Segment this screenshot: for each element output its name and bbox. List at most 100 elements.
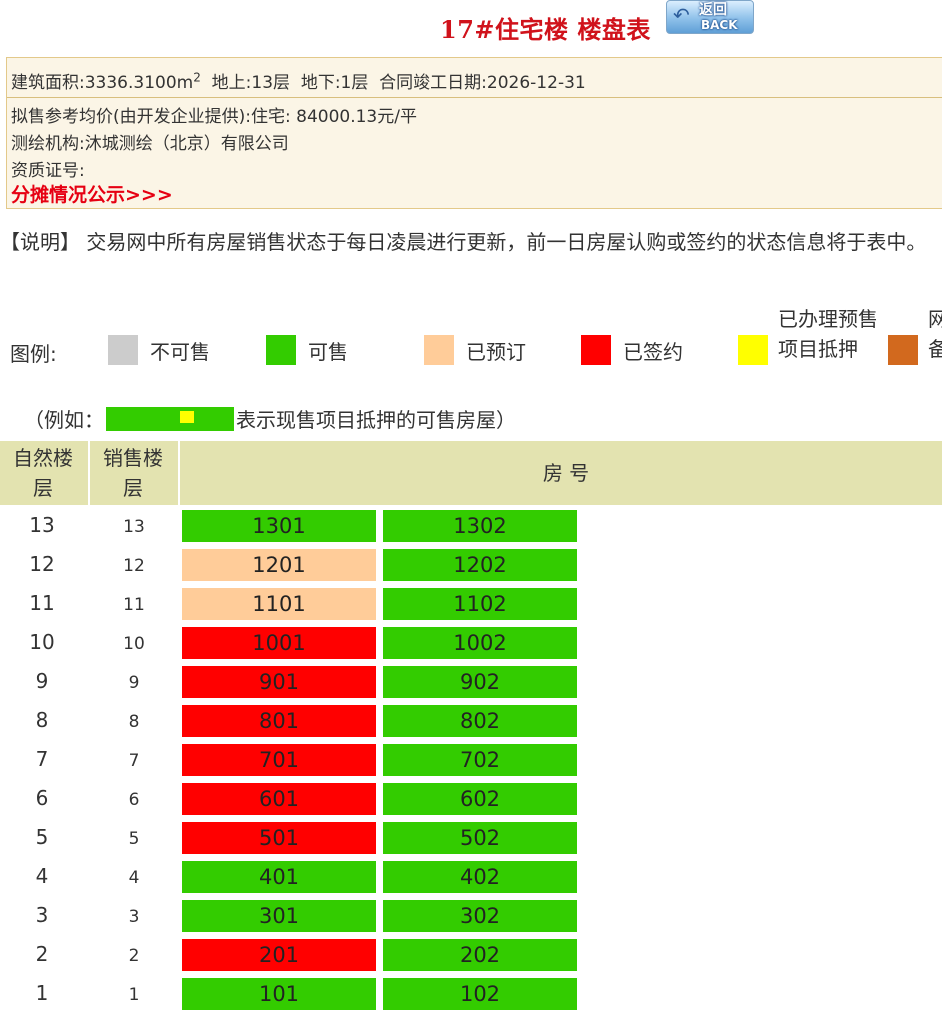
example-suffix: 表示现售项目抵押的可售房屋）: [236, 408, 516, 432]
legend-swatch-filed: [888, 335, 918, 365]
sales-floor-cell: 8: [128, 712, 140, 732]
unit-cell-available[interactable]: 101: [182, 978, 376, 1010]
legend: 图例: 不可售 可售 已预订 已签约 已办理预售项目抵押 网备: [0, 300, 942, 400]
col-room-number: 房 号: [542, 461, 590, 485]
col-natural-floor: 自然楼层: [13, 446, 73, 500]
table-row: 5 5 501 502: [0, 819, 942, 858]
table-row: 12 12 1201 1202: [0, 546, 942, 585]
legend-text-reserved: 已预订: [466, 340, 526, 364]
unit-cell-reserved[interactable]: 1101: [182, 588, 376, 620]
unit-cell-available[interactable]: 202: [383, 939, 577, 971]
back-button-label-en: BACK: [701, 18, 738, 32]
sales-floor-cell: 3: [128, 907, 140, 927]
unit-cell-available[interactable]: 1302: [383, 510, 577, 542]
sales-floor-cell: 4: [128, 868, 140, 888]
sales-floor-cell: 12: [123, 556, 145, 576]
natural-floor-cell: 13: [29, 513, 55, 537]
notice-text: 【说明】 交易网中所有房屋销售状态于每日凌晨进行更新，前一日房屋认购或签约的状态…: [0, 230, 927, 254]
example-bar: [106, 407, 234, 431]
legend-swatch-available: [266, 335, 296, 365]
legend-swatch-reserved: [424, 335, 454, 365]
unit-cell-available[interactable]: 602: [383, 783, 577, 815]
unit-cell-signed[interactable]: 1001: [182, 627, 376, 659]
table-row: 6 6 601 602: [0, 780, 942, 819]
table-row: 3 3 301 302: [0, 897, 942, 936]
natural-floor-cell: 8: [35, 708, 49, 732]
legend-example: （例如： 表示现售项目抵押的可售房屋）: [24, 404, 516, 433]
unit-cell-available[interactable]: 1002: [383, 627, 577, 659]
area-info: 建筑面积:3336.3100m2 地上:13层 地下:1层 合同竣工日期:202…: [11, 68, 586, 93]
sales-floor-cell: 1: [128, 985, 140, 1005]
legend-text-filed: 网备: [928, 307, 942, 361]
sales-floor-cell: 6: [128, 790, 140, 810]
unit-cell-signed[interactable]: 201: [182, 939, 376, 971]
unit-cell-signed[interactable]: 601: [182, 783, 376, 815]
sales-floor-cell: 2: [128, 946, 140, 966]
legend-swatch-signed: [581, 335, 611, 365]
legend-text-available: 可售: [308, 340, 348, 364]
cert-info: 资质证号:: [11, 161, 85, 181]
table-row: 7 7 701 702: [0, 741, 942, 780]
unit-cell-available[interactable]: 902: [383, 666, 577, 698]
area-prefix: 建筑面积:3336.3100m: [11, 73, 194, 93]
sales-floor-cell: 13: [123, 517, 145, 537]
example-mortgage-marker: [180, 411, 194, 423]
table-row: 4 4 401 402: [0, 858, 942, 897]
legend-text-unsellable: 不可售: [150, 340, 210, 364]
unit-cell-signed[interactable]: 701: [182, 744, 376, 776]
sales-floor-cell: 9: [128, 673, 140, 693]
col-sales-floor: 销售楼层: [103, 446, 163, 500]
legend-swatch-mortgaged: [738, 335, 768, 365]
natural-floor-cell: 4: [35, 864, 49, 888]
unit-cell-available[interactable]: 302: [383, 900, 577, 932]
natural-floor-cell: 11: [29, 591, 55, 615]
legend-text-signed: 已签约: [623, 340, 683, 364]
share-info-link[interactable]: 分摊情况公示>>>: [11, 180, 173, 207]
unit-cell-signed[interactable]: 901: [182, 666, 376, 698]
table-header: 自然楼层 销售楼层 房 号: [0, 441, 942, 505]
table-row: 10 10 1001 1002: [0, 624, 942, 663]
natural-floor-cell: 1: [35, 981, 49, 1005]
legend-text-mortgaged: 已办理预售项目抵押: [778, 307, 878, 361]
header-divider: [88, 441, 90, 505]
table-row: 11 11 1101 1102: [0, 585, 942, 624]
sales-floor-cell: 11: [123, 595, 145, 615]
sales-floor-cell: 7: [128, 751, 140, 771]
natural-floor-cell: 10: [29, 630, 55, 654]
legend-swatch-unsellable: [108, 335, 138, 365]
unit-cell-available[interactable]: 301: [182, 900, 376, 932]
table-row: 9 9 901 902: [0, 663, 942, 702]
price-info: 拟售参考均价(由开发企业提供):住宅: 84000.13元/平: [11, 107, 417, 127]
area-sup: 2: [193, 70, 201, 85]
page-title: 17#住宅楼 楼盘表: [440, 15, 651, 44]
sales-floor-cell: 10: [123, 634, 145, 654]
unit-cell-available[interactable]: 702: [383, 744, 577, 776]
unit-cell-available[interactable]: 802: [383, 705, 577, 737]
unit-cell-available[interactable]: 102: [383, 978, 577, 1010]
natural-floor-cell: 6: [35, 786, 49, 810]
natural-floor-cell: 3: [35, 903, 49, 927]
example-prefix: （例如：: [24, 408, 104, 432]
unit-cell-signed[interactable]: 801: [182, 705, 376, 737]
natural-floor-cell: 12: [29, 552, 55, 576]
table-row: 8 8 801 802: [0, 702, 942, 741]
unit-cell-available[interactable]: 1301: [182, 510, 376, 542]
unit-cell-available[interactable]: 1102: [383, 588, 577, 620]
sales-floor-cell: 5: [128, 829, 140, 849]
unit-cell-available[interactable]: 502: [383, 822, 577, 854]
unit-cell-available[interactable]: 1202: [383, 549, 577, 581]
surveyor-info: 测绘机构:沐城测绘（北京）有限公司: [11, 134, 289, 154]
unit-cell-signed[interactable]: 501: [182, 822, 376, 854]
natural-floor-cell: 2: [35, 942, 49, 966]
unit-cell-available[interactable]: 401: [182, 861, 376, 893]
project-info-box: 建筑面积:3336.3100m2 地上:13层 地下:1层 合同竣工日期:202…: [6, 57, 942, 209]
unit-cell-reserved[interactable]: 1201: [182, 549, 376, 581]
unit-cell-available[interactable]: 402: [383, 861, 577, 893]
back-button-label-cn: 返回: [699, 2, 727, 18]
back-arrow-icon: ↶: [673, 3, 690, 27]
info-divider: [7, 97, 942, 98]
back-button[interactable]: ↶ 返回 BACK: [666, 0, 754, 34]
natural-floor-cell: 7: [35, 747, 49, 771]
title-bar: 17#住宅楼 楼盘表 ↶ 返回 BACK: [0, 0, 942, 48]
table-row: 2 2 201 202: [0, 936, 942, 975]
